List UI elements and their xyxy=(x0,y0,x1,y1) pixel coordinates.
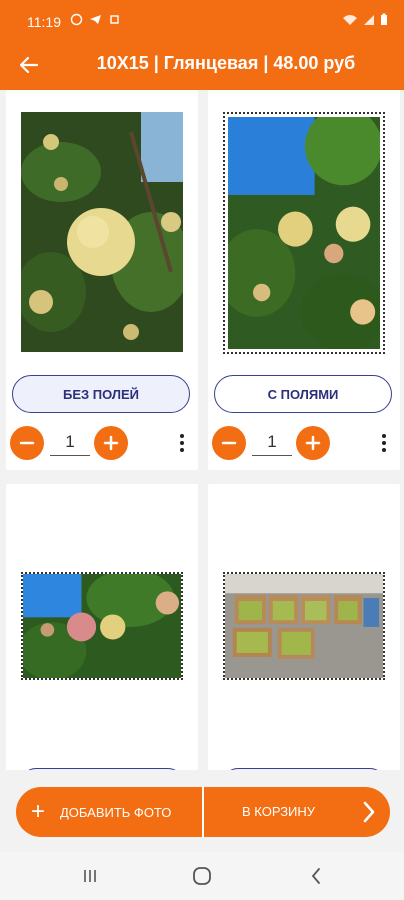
status-notification-icons xyxy=(70,13,121,26)
mode-button[interactable] xyxy=(20,768,184,770)
settings-icon xyxy=(110,15,119,24)
status-time: 11:19 xyxy=(27,14,61,30)
with-borders-button[interactable]: С ПОЛЯМИ xyxy=(214,375,392,413)
more-options-button[interactable] xyxy=(374,428,394,458)
photo-card xyxy=(208,484,400,770)
whatsapp-icon xyxy=(70,13,83,26)
add-photo-label: ДОБАВИТЬ ФОТО xyxy=(60,804,172,820)
mode-button[interactable] xyxy=(222,768,386,770)
minus-icon xyxy=(19,441,35,445)
back-button[interactable] xyxy=(12,48,46,82)
system-nav-bar xyxy=(0,852,404,900)
minus-icon xyxy=(221,441,237,445)
quantity-stepper: 1 xyxy=(10,426,194,462)
nav-back-icon xyxy=(311,868,320,884)
plus-icon xyxy=(305,435,321,451)
app-bar: 10X15 | Глянцевая | 48.00 руб xyxy=(0,40,404,90)
quantity-stepper: 1 xyxy=(212,426,396,462)
status-system-icons xyxy=(342,13,388,26)
more-vertical-icon xyxy=(382,434,386,438)
recents-icon xyxy=(84,870,96,882)
home-button[interactable] xyxy=(182,864,222,888)
bottom-actions: + ДОБАВИТЬ ФОТО В КОРЗИНУ xyxy=(16,787,390,837)
recents-button[interactable] xyxy=(70,864,110,888)
photo-card: С ПОЛЯМИ 1 xyxy=(208,90,400,470)
quantity-value[interactable]: 1 xyxy=(50,432,90,456)
photo-card xyxy=(6,484,198,770)
telegram-icon xyxy=(90,15,101,24)
to-cart-button[interactable]: В КОРЗИНУ xyxy=(204,787,390,837)
add-photo-button[interactable]: + ДОБАВИТЬ ФОТО xyxy=(16,787,202,837)
plus-icon xyxy=(103,435,119,451)
photo-grid[interactable]: БЕЗ ПОЛЕЙ 1 С ПОЛЯМИ 1 xyxy=(0,90,404,770)
photo-thumbnail[interactable] xyxy=(21,112,183,352)
photo-thumbnail[interactable] xyxy=(223,572,385,680)
wifi-icon xyxy=(343,14,357,25)
battery-icon xyxy=(381,13,387,25)
plus-icon: + xyxy=(30,798,45,825)
quantity-value[interactable]: 1 xyxy=(252,432,292,456)
nav-back-button[interactable] xyxy=(296,864,336,888)
signal-icon xyxy=(364,14,374,25)
more-options-button[interactable] xyxy=(172,428,192,458)
photo-card: БЕЗ ПОЛЕЙ 1 xyxy=(6,90,198,470)
decrease-button[interactable] xyxy=(212,426,246,460)
photo-thumbnail[interactable] xyxy=(223,112,385,354)
no-borders-button[interactable]: БЕЗ ПОЛЕЙ xyxy=(12,375,190,413)
page-title: 10X15 | Глянцевая | 48.00 руб xyxy=(96,53,356,73)
chevron-right-icon xyxy=(363,801,375,823)
top-bar: 11:19 10X15 | Глянцевая | 48.00 руб xyxy=(0,0,404,90)
to-cart-label: В КОРЗИНУ xyxy=(242,804,316,819)
home-icon xyxy=(193,867,211,885)
status-bar: 11:19 xyxy=(0,0,404,40)
photo-thumbnail[interactable] xyxy=(21,572,183,680)
increase-button[interactable] xyxy=(296,426,330,460)
decrease-button[interactable] xyxy=(10,426,44,460)
increase-button[interactable] xyxy=(94,426,128,460)
more-vertical-icon xyxy=(180,434,184,438)
arrow-left-icon xyxy=(19,56,39,74)
